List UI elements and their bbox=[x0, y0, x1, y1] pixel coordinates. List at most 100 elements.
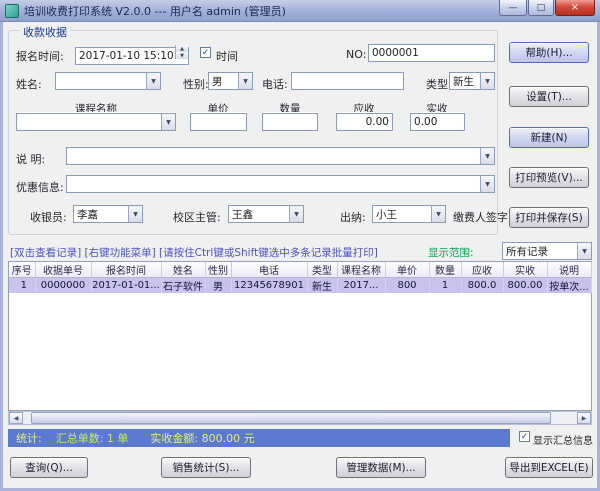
col-header[interactable]: 性别 bbox=[205, 262, 231, 278]
show-summary-label: 显示汇总信息 bbox=[533, 432, 593, 447]
enroll-time-field[interactable]: ▲ ▼ bbox=[75, 44, 189, 65]
col-header[interactable]: 实收 bbox=[503, 262, 547, 278]
receipt-group-title: 收款收据 bbox=[19, 24, 71, 40]
show-summary-checkbox[interactable]: ✓ bbox=[519, 431, 530, 442]
export-excel-button[interactable]: 导出到EXCEL(E) bbox=[505, 457, 593, 478]
table-header-row: 序号 收据单号 报名时间 姓名 性别 电话 类型 课程名称 单价 数量 应收 实… bbox=[9, 262, 591, 278]
window-title: 培训收费打印系统 V2.0.0 --- 用户名 admin (管理员) bbox=[24, 3, 286, 19]
name-combobox[interactable]: ▼ bbox=[55, 72, 161, 90]
col-header[interactable]: 单价 bbox=[385, 262, 429, 278]
supervisor-label: 校区主管: bbox=[173, 209, 221, 225]
col-header[interactable]: 说明 bbox=[547, 262, 591, 278]
cell-phone: 12345678901 bbox=[231, 278, 307, 294]
qty-input[interactable] bbox=[262, 113, 318, 131]
minimize-button[interactable]: — bbox=[499, 0, 527, 16]
col-header[interactable]: 姓名 bbox=[161, 262, 205, 278]
cashier-value: 李嘉 bbox=[74, 207, 128, 222]
spinner-down-icon[interactable]: ▼ bbox=[176, 52, 188, 59]
chevron-down-icon[interactable]: ▼ bbox=[577, 243, 591, 259]
horizontal-scrollbar[interactable]: ◀ ▶ bbox=[8, 411, 592, 425]
cell-due: 800.0 bbox=[461, 278, 503, 294]
time-checkbox-label: 时间 bbox=[216, 48, 238, 64]
close-button[interactable]: × bbox=[555, 0, 595, 16]
maximize-icon: □ bbox=[537, 3, 546, 13]
enroll-time-input[interactable] bbox=[75, 47, 189, 65]
col-header[interactable]: 电话 bbox=[231, 262, 307, 278]
help-button[interactable]: 帮助(H)... bbox=[509, 42, 589, 63]
scope-value: 所有记录 bbox=[503, 244, 577, 259]
type-combobox[interactable]: 新生 ▼ bbox=[449, 72, 495, 90]
maximize-button[interactable]: □ bbox=[528, 0, 554, 16]
close-icon: × bbox=[571, 2, 579, 13]
chevron-down-icon[interactable]: ▼ bbox=[146, 73, 160, 89]
cashier-combobox[interactable]: 李嘉 ▼ bbox=[73, 205, 143, 223]
phone-label: 电话: bbox=[262, 76, 288, 92]
scroll-right-icon[interactable]: ▶ bbox=[577, 412, 591, 424]
chevron-down-icon[interactable]: ▼ bbox=[289, 206, 303, 222]
paid-input[interactable] bbox=[410, 113, 465, 131]
chevron-down-icon[interactable]: ▼ bbox=[128, 206, 142, 222]
cell-receipt-no: 0000000 bbox=[35, 278, 91, 294]
scrollbar-thumb[interactable] bbox=[31, 412, 551, 424]
scroll-left-icon[interactable]: ◀ bbox=[9, 412, 23, 424]
phone-input[interactable] bbox=[291, 72, 404, 90]
col-header[interactable]: 报名时间 bbox=[91, 262, 161, 278]
col-header[interactable]: 收据单号 bbox=[35, 262, 91, 278]
query-button[interactable]: 查询(Q)... bbox=[10, 457, 88, 478]
sales-stats-button[interactable]: 销售统计(S)... bbox=[161, 457, 251, 478]
new-button[interactable]: 新建(N) bbox=[509, 127, 589, 148]
print-preview-button[interactable]: 打印预览(V)... bbox=[509, 167, 589, 188]
settings-button[interactable]: 设置(T)... bbox=[509, 86, 589, 107]
supervisor-combobox[interactable]: 王鑫 ▼ bbox=[228, 205, 304, 223]
gender-value: 男 bbox=[209, 74, 238, 89]
gender-label: 性别: bbox=[183, 76, 209, 92]
table-row[interactable]: 1 0000000 2017-01-01... 石子软件 男 123456789… bbox=[9, 278, 591, 294]
summary-bar: 统计: 汇总单数: 1 单 实收金额: 800.00 元 bbox=[8, 429, 510, 447]
time-checkbox[interactable]: ✓ bbox=[200, 47, 211, 58]
chevron-down-icon[interactable]: ▼ bbox=[431, 206, 445, 222]
teller-value: 小王 bbox=[373, 207, 431, 222]
note-combobox[interactable]: ▼ bbox=[66, 147, 495, 165]
title-bar[interactable]: 培训收费打印系统 V2.0.0 --- 用户名 admin (管理员) — □ … bbox=[0, 0, 600, 22]
chevron-down-icon[interactable]: ▼ bbox=[480, 73, 494, 89]
price-input[interactable] bbox=[190, 113, 247, 131]
minimize-icon: — bbox=[509, 3, 518, 13]
print-save-button[interactable]: 打印并保存(S) bbox=[509, 207, 589, 228]
cell-price: 800 bbox=[385, 278, 429, 294]
col-header[interactable]: 数量 bbox=[429, 262, 461, 278]
spinner-up-icon[interactable]: ▲ bbox=[176, 45, 188, 52]
enroll-time-label: 报名时间: bbox=[16, 48, 64, 64]
manage-data-button[interactable]: 管理数据(M)... bbox=[336, 457, 426, 478]
cell-type: 新生 bbox=[307, 278, 337, 294]
discount-combobox[interactable]: ▼ bbox=[66, 175, 495, 193]
chevron-down-icon[interactable]: ▼ bbox=[480, 176, 494, 192]
client-area: 收款收据 报名时间: ▲ ▼ ✓ 时间 NO: 姓名: ▼ 性别: 男 ▼ 电话… bbox=[3, 22, 597, 488]
summary-amount: 实收金额: 800.00 元 bbox=[150, 430, 254, 446]
col-header[interactable]: 课程名称 bbox=[337, 262, 385, 278]
col-header[interactable]: 类型 bbox=[307, 262, 337, 278]
check-icon: ✓ bbox=[202, 48, 210, 58]
no-label: NO: bbox=[346, 48, 366, 61]
records-hint: [双击查看记录] [右键功能菜单] [请按住Ctrl键或Shift键选中多条记录… bbox=[10, 245, 378, 260]
cell-course: 2017... bbox=[337, 278, 385, 294]
cell-enroll-time: 2017-01-01... bbox=[91, 278, 161, 294]
no-input[interactable] bbox=[368, 44, 495, 62]
note-label: 说 明: bbox=[16, 151, 45, 167]
teller-combobox[interactable]: 小王 ▼ bbox=[372, 205, 446, 223]
payer-sign-label: 缴费人签字: bbox=[453, 209, 512, 225]
chevron-down-icon[interactable]: ▼ bbox=[238, 73, 252, 89]
check-icon: ✓ bbox=[521, 432, 529, 442]
col-header[interactable]: 应收 bbox=[461, 262, 503, 278]
chevron-down-icon[interactable]: ▼ bbox=[480, 148, 494, 164]
app-window: 培训收费打印系统 V2.0.0 --- 用户名 admin (管理员) — □ … bbox=[0, 0, 600, 491]
enroll-time-spinner[interactable]: ▲ ▼ bbox=[175, 45, 188, 59]
course-combobox[interactable]: ▼ bbox=[16, 113, 176, 131]
col-header[interactable]: 序号 bbox=[9, 262, 35, 278]
records-table[interactable]: 序号 收据单号 报名时间 姓名 性别 电话 类型 课程名称 单价 数量 应收 实… bbox=[8, 261, 592, 411]
due-input[interactable] bbox=[336, 113, 393, 131]
chevron-down-icon[interactable]: ▼ bbox=[161, 114, 175, 130]
cell-seq: 1 bbox=[9, 278, 35, 294]
gender-combobox[interactable]: 男 ▼ bbox=[208, 72, 253, 90]
scope-combobox[interactable]: 所有记录 ▼ bbox=[502, 242, 592, 260]
type-value: 新生 bbox=[450, 74, 480, 89]
